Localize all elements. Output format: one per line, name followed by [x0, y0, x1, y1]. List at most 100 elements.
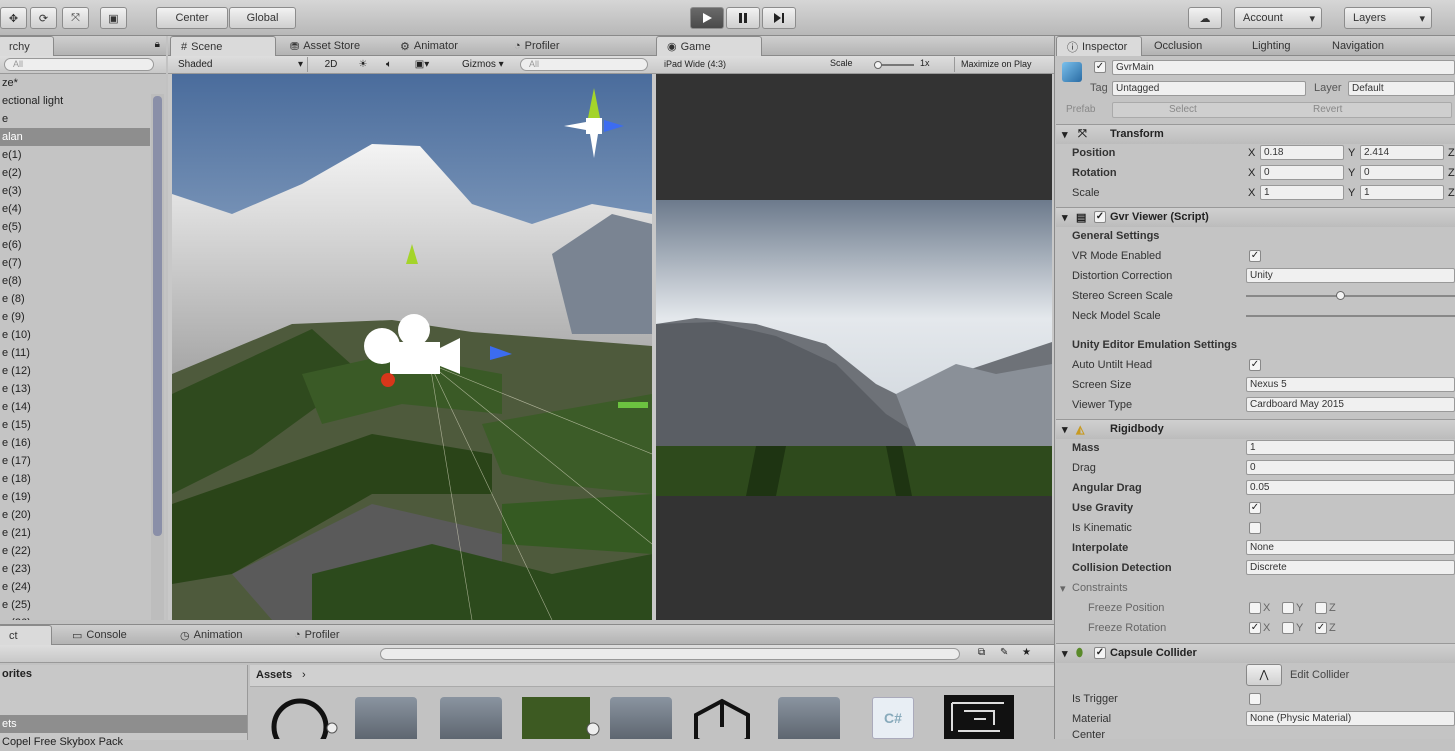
- tag-dropdown[interactable]: Untagged: [1112, 81, 1306, 96]
- rotation-x-field[interactable]: 0: [1260, 165, 1344, 180]
- assets-folder-item[interactable]: [0, 697, 247, 715]
- hierarchy-item[interactable]: e: [0, 110, 150, 128]
- assets-breadcrumb-label[interactable]: Assets: [256, 669, 292, 681]
- hierarchy-item[interactable]: e (23): [0, 560, 150, 578]
- hierarchy-item[interactable]: e(7): [0, 254, 150, 272]
- is-trigger-checkbox[interactable]: [1249, 693, 1261, 705]
- collider-enabled-checkbox[interactable]: ✓: [1094, 647, 1106, 659]
- hierarchy-item[interactable]: e (12): [0, 362, 150, 380]
- hierarchy-item[interactable]: e (14): [0, 398, 150, 416]
- tab-scene[interactable]: # Scene: [170, 36, 276, 56]
- filter-type-icon[interactable]: ⧉: [978, 647, 985, 658]
- hierarchy-item[interactable]: alan: [0, 128, 150, 146]
- auto-untilt-checkbox[interactable]: ✓: [1249, 359, 1261, 371]
- game-viewport[interactable]: [656, 74, 1052, 620]
- scene-viewport[interactable]: [172, 74, 652, 620]
- constraints-row[interactable]: ▾ Constraints: [1056, 578, 1455, 598]
- material-field[interactable]: None (Physic Material): [1246, 711, 1455, 726]
- object-name-field[interactable]: GvrMain: [1112, 60, 1455, 75]
- hierarchy-item[interactable]: e (20): [0, 506, 150, 524]
- unity-scene-icon[interactable]: [690, 697, 754, 739]
- hierarchy-item[interactable]: e(1): [0, 146, 150, 164]
- freeze-rot-y-checkbox[interactable]: [1282, 622, 1294, 634]
- tab-lighting[interactable]: Lighting: [1242, 36, 1301, 56]
- hierarchy-item[interactable]: e (25): [0, 596, 150, 614]
- edit-collider-button[interactable]: ⋀: [1246, 664, 1282, 686]
- hierarchy-scrollbar[interactable]: [151, 94, 164, 620]
- tab-profiler-bottom[interactable]: ◔ Profiler: [284, 625, 350, 645]
- prefab-select-button[interactable]: Select: [1169, 104, 1197, 115]
- scale-tool-icon[interactable]: ⤧: [62, 7, 89, 29]
- neck-model-slider[interactable]: [1246, 315, 1455, 317]
- 2d-toggle[interactable]: 2D: [316, 57, 346, 72]
- asset-folder-icon[interactable]: [778, 697, 840, 739]
- cloud-icon[interactable]: ☁: [1188, 7, 1222, 29]
- hierarchy-item[interactable]: e (9): [0, 308, 150, 326]
- vr-mode-checkbox[interactable]: ✓: [1249, 250, 1261, 262]
- freeze-rot-z-checkbox[interactable]: ✓: [1315, 622, 1327, 634]
- position-y-field[interactable]: 2.414: [1360, 145, 1444, 160]
- step-button[interactable]: [762, 7, 796, 29]
- asset-folder-icon[interactable]: [610, 697, 672, 739]
- project-search-input[interactable]: [380, 648, 960, 660]
- capsule-collider-header[interactable]: ▾ ⬮ ✓ Capsule Collider: [1056, 643, 1455, 663]
- scale-slider[interactable]: [874, 61, 914, 69]
- tab-console[interactable]: ▭ Console: [62, 625, 137, 645]
- pivot-center-button[interactable]: Center: [156, 7, 228, 29]
- hierarchy-item[interactable]: e (22): [0, 542, 150, 560]
- favorites-item[interactable]: orites: [0, 665, 247, 683]
- slider-thumb[interactable]: [874, 61, 882, 69]
- asset-expand-icon[interactable]: [586, 722, 600, 736]
- hierarchy-item[interactable]: e (26): [0, 614, 150, 620]
- hierarchy-item[interactable]: e(2): [0, 164, 150, 182]
- use-gravity-checkbox[interactable]: ✓: [1249, 502, 1261, 514]
- pause-button[interactable]: [726, 7, 760, 29]
- tab-project[interactable]: ct: [0, 625, 52, 645]
- tab-inspector[interactable]: ⓘ Inspector: [1056, 36, 1142, 56]
- collision-dropdown[interactable]: Discrete: [1246, 560, 1455, 575]
- active-checkbox[interactable]: ✓: [1094, 61, 1106, 73]
- hierarchy-item[interactable]: e (11): [0, 344, 150, 362]
- slider-thumb[interactable]: [1336, 291, 1345, 300]
- freeze-rot-x-checkbox[interactable]: ✓: [1249, 622, 1261, 634]
- scrollbar-thumb[interactable]: [153, 96, 162, 536]
- tab-game[interactable]: ◉ Game: [656, 36, 762, 56]
- audio-toggle-icon[interactable]: 🔈︎: [378, 57, 400, 72]
- filter-label-icon[interactable]: ✎: [1000, 647, 1008, 658]
- is-kinematic-checkbox[interactable]: [1249, 522, 1261, 534]
- mass-field[interactable]: 1: [1246, 440, 1455, 455]
- hierarchy-item[interactable]: e (17): [0, 452, 150, 470]
- play-button[interactable]: [690, 7, 724, 29]
- hierarchy-item[interactable]: e (10): [0, 326, 150, 344]
- gvr-viewer-header[interactable]: ▾ ▤ ✓ Gvr Viewer (Script): [1056, 207, 1455, 227]
- tab-navigation[interactable]: Navigation: [1322, 36, 1394, 56]
- gizmos-dropdown[interactable]: Gizmos ▾: [458, 57, 516, 72]
- stereo-scale-slider[interactable]: [1246, 291, 1455, 300]
- position-x-field[interactable]: 0.18: [1260, 145, 1344, 160]
- scene-search-input[interactable]: All: [520, 58, 648, 71]
- rotate-tool-icon[interactable]: ⟳: [30, 7, 57, 29]
- scale-x-field[interactable]: 1: [1260, 185, 1344, 200]
- hierarchy-search-input[interactable]: All: [4, 58, 154, 71]
- account-dropdown[interactable]: Account ▾: [1234, 7, 1322, 29]
- hierarchy-item[interactable]: e(8): [0, 272, 150, 290]
- lock-icon[interactable]: 🔒︎: [155, 39, 160, 50]
- asset-folder-icon[interactable]: [440, 697, 502, 739]
- tab-profiler[interactable]: ◔ Profiler: [504, 36, 570, 56]
- layer-dropdown[interactable]: Default: [1348, 81, 1455, 96]
- asset-hedge-texture-icon[interactable]: [522, 697, 590, 739]
- freeze-pos-x-checkbox[interactable]: [1249, 602, 1261, 614]
- angular-drag-field[interactable]: 0.05: [1246, 480, 1455, 495]
- viewer-type-dropdown[interactable]: Cardboard May 2015: [1246, 397, 1455, 412]
- rigidbody-header[interactable]: ▾ ◭ Rigidbody: [1056, 419, 1455, 439]
- pivot-global-button[interactable]: Global: [229, 7, 296, 29]
- hierarchy-item[interactable]: e (16): [0, 434, 150, 452]
- scale-y-field[interactable]: 1: [1360, 185, 1444, 200]
- tab-hierarchy[interactable]: rchy: [0, 36, 54, 56]
- hierarchy-item[interactable]: e (18): [0, 470, 150, 488]
- assets-item-selected[interactable]: ets: [0, 715, 247, 733]
- hierarchy-item[interactable]: e(4): [0, 200, 150, 218]
- tab-asset-store[interactable]: ⛃ Asset Store: [280, 36, 370, 56]
- hierarchy-item[interactable]: e(3): [0, 182, 150, 200]
- skybox-pack-item[interactable]: Copel Free Skybox Pack: [0, 733, 247, 751]
